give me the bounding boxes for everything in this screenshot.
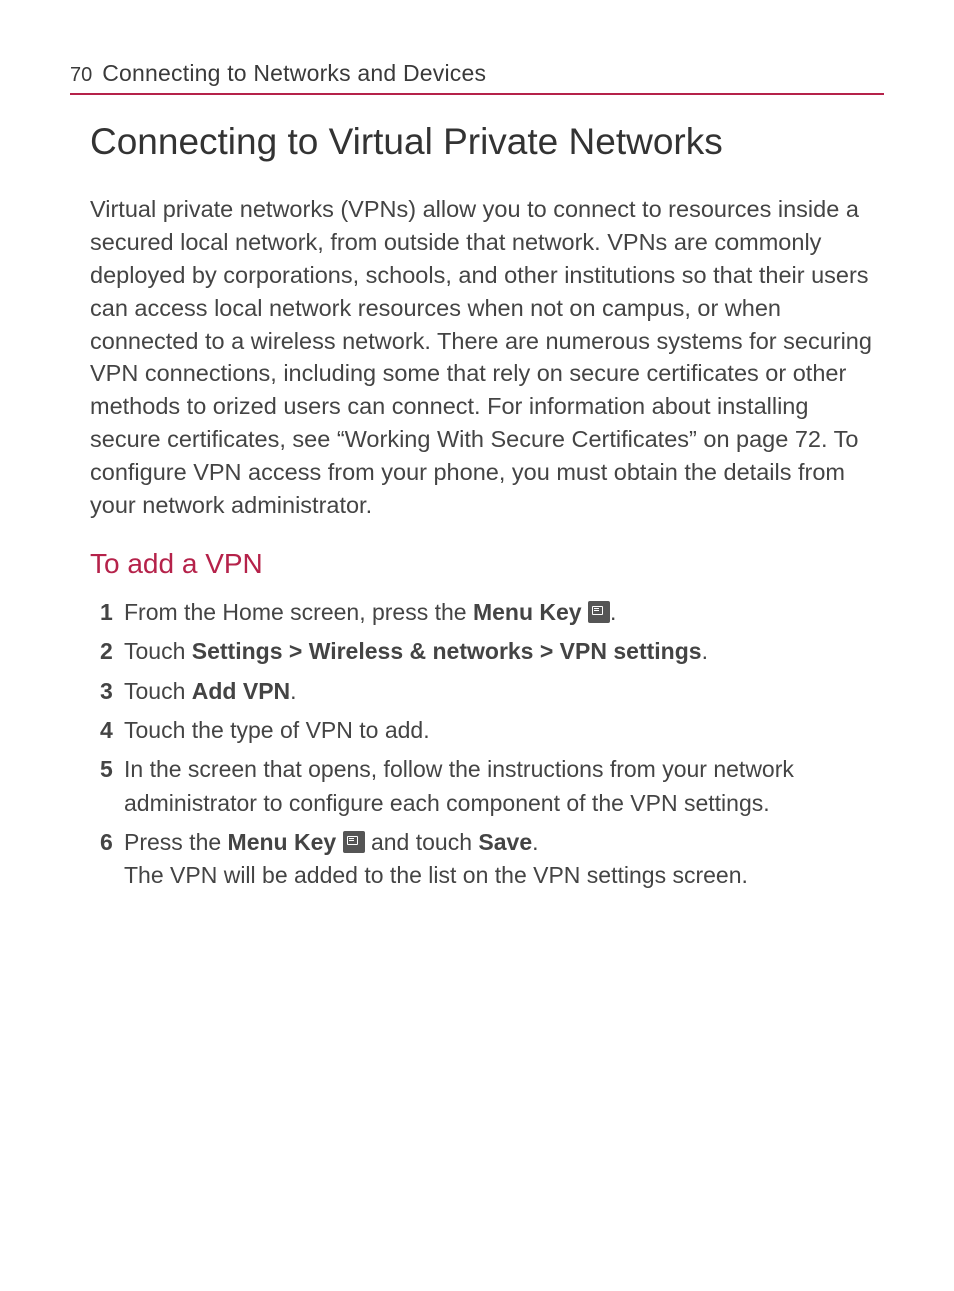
step-text: . bbox=[532, 829, 538, 855]
step-number: 6 bbox=[100, 826, 113, 859]
step-1: 1 From the Home screen, press the Menu K… bbox=[100, 596, 884, 629]
step-text: . bbox=[290, 678, 296, 704]
step-4: 4 Touch the type of VPN to add. bbox=[100, 714, 884, 747]
menu-key-icon bbox=[343, 831, 365, 853]
steps-list: 1 From the Home screen, press the Menu K… bbox=[100, 596, 884, 893]
header-title: Connecting to Networks and Devices bbox=[102, 60, 486, 87]
settings-path: Settings > Wireless & networks > VPN set… bbox=[192, 638, 702, 664]
step-number: 3 bbox=[100, 675, 113, 708]
step-text: and touch bbox=[365, 829, 479, 855]
menu-key-label: Menu Key bbox=[473, 599, 582, 625]
step-2: 2 Touch Settings > Wireless & networks >… bbox=[100, 635, 884, 668]
step-text: In the screen that opens, follow the ins… bbox=[124, 756, 794, 815]
step-text: Touch bbox=[124, 678, 192, 704]
step-number: 2 bbox=[100, 635, 113, 668]
step-5: 5 In the screen that opens, follow the i… bbox=[100, 753, 884, 820]
step-text: From the Home screen, press the bbox=[124, 599, 473, 625]
step-text: The VPN will be added to the list on the… bbox=[124, 862, 748, 888]
step-text: Touch the type of VPN to add. bbox=[124, 717, 430, 743]
add-vpn-label: Add VPN bbox=[192, 678, 290, 704]
step-text: . bbox=[702, 638, 708, 664]
step-number: 1 bbox=[100, 596, 113, 629]
page-number: 70 bbox=[70, 64, 92, 87]
page-header: 70 Connecting to Networks and Devices bbox=[70, 60, 884, 95]
menu-key-icon bbox=[588, 601, 610, 623]
step-3: 3 Touch Add VPN. bbox=[100, 675, 884, 708]
subheading-add-vpn: To add a VPN bbox=[90, 548, 884, 580]
intro-paragraph: Virtual private networks (VPNs) allow yo… bbox=[90, 193, 884, 522]
step-text: . bbox=[610, 599, 616, 625]
step-text: Press the bbox=[124, 829, 228, 855]
step-6: 6 Press the Menu Key and touch Save. The… bbox=[100, 826, 884, 893]
step-text: Touch bbox=[124, 638, 192, 664]
step-number: 4 bbox=[100, 714, 113, 747]
main-heading: Connecting to Virtual Private Networks bbox=[90, 121, 884, 163]
menu-key-label: Menu Key bbox=[228, 829, 337, 855]
step-number: 5 bbox=[100, 753, 113, 786]
save-label: Save bbox=[478, 829, 532, 855]
